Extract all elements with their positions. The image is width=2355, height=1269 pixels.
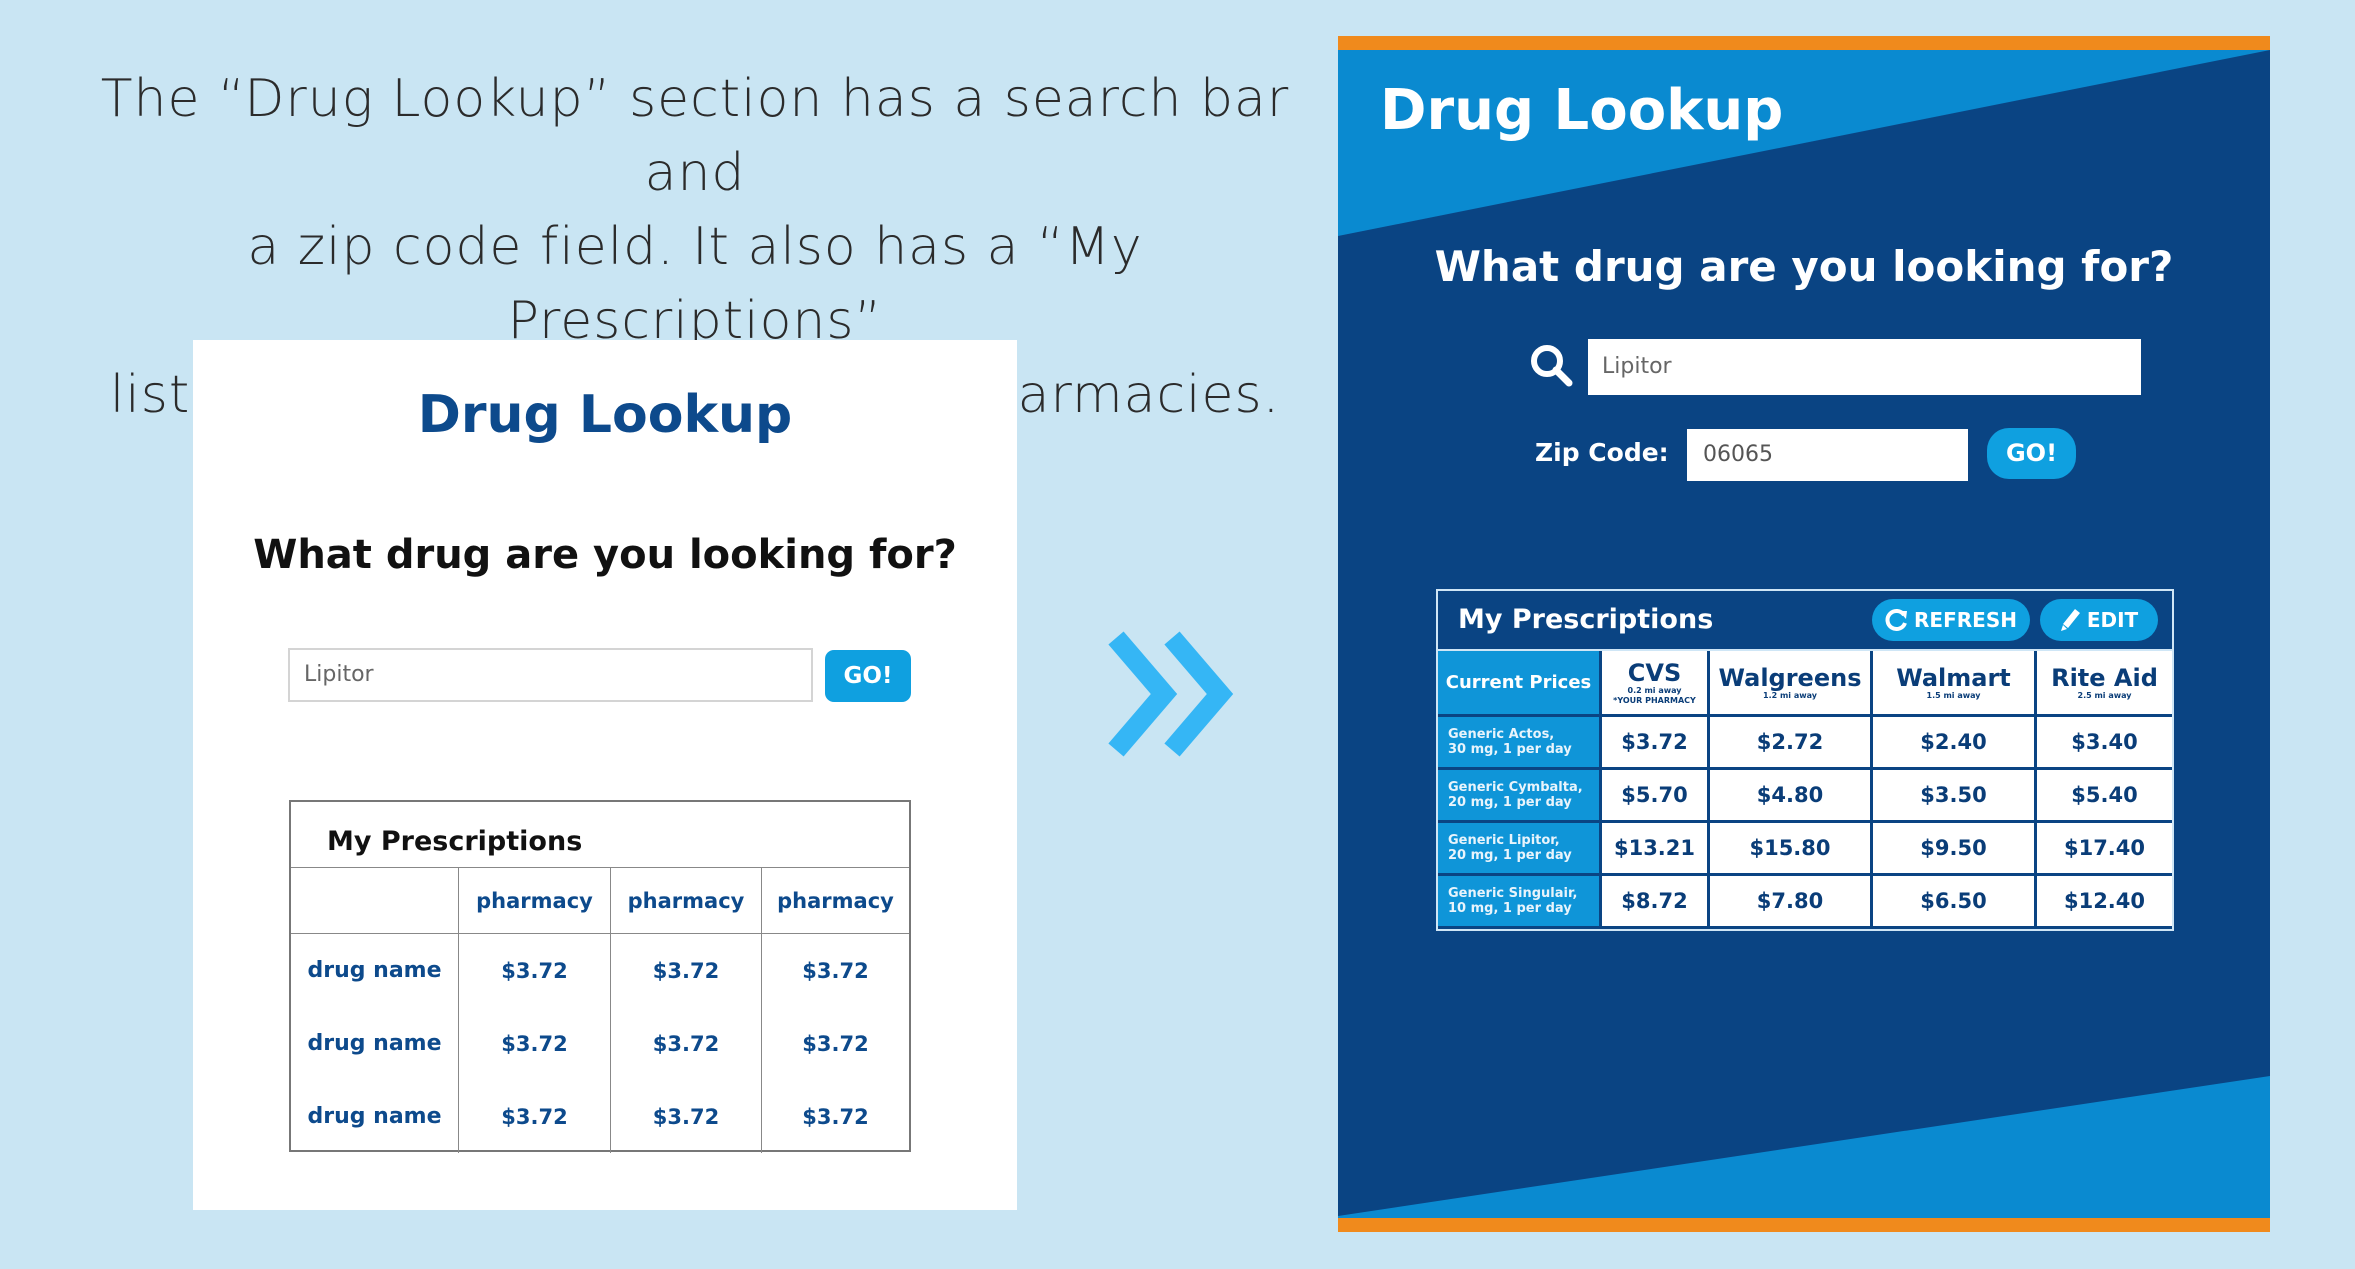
price-cell: $15.80 [1710,823,1873,876]
drug-name: Generic Cymbalta, [1448,780,1583,795]
wireframe-drug-name: drug name [291,934,459,1007]
price-cell: $7.80 [1710,876,1873,929]
price-cell: $2.40 [1873,717,2037,770]
wireframe-price-cell: $3.72 [459,1080,611,1153]
wireframe-header-cell: pharmacy [459,868,611,934]
wireframe-prescriptions-table: My Prescriptions pharmacy pharmacy pharm… [289,800,911,1153]
drug-name: Generic Actos, [1448,727,1555,742]
drug-dosage: 20 mg, 1 per day [1448,795,1572,810]
wireframe-price-cell: $3.72 [459,1007,611,1080]
wireframe-price-cell: $3.72 [802,1104,869,1129]
mockup-question: What drug are you looking for? [1434,242,2174,291]
wireframe-grid: pharmacy pharmacy pharmacy drug name $3.… [291,868,909,1153]
wireframe-go-button[interactable]: GO! [825,650,911,702]
pharmacy-name: Walmart [1896,663,2011,692]
wireframe-drug-name: drug name [291,1080,459,1153]
pharmacy-header-walgreens[interactable]: Walgreens 1.2 mi away [1710,651,1873,717]
refresh-label: REFRESH [1914,608,2017,632]
mockup-panel: Drug Lookup What drug are you looking fo… [1338,36,2270,1232]
drug-dosage: 10 mg, 1 per day [1448,901,1572,916]
pharmacy-header-cvs[interactable]: CVS 0.2 mi away *YOUR PHARMACY [1602,651,1710,717]
pharmacy-distance: 0.2 mi away [1627,685,1682,695]
pharmacy-header-rite-aid[interactable]: Rite Aid 2.5 mi away [2037,651,2172,717]
drug-dosage: 30 mg, 1 per day [1448,742,1572,757]
price-cell: $8.72 [1602,876,1710,929]
pharmacy-note: *YOUR PHARMACY [1613,695,1696,705]
wireframe-question: What drug are you looking for? [253,532,957,578]
wireframe-drug-name: drug name [291,1007,459,1080]
price-cell: $3.72 [1602,717,1710,770]
mockup-search-input[interactable]: Lipitor [1588,339,2141,395]
drug-row-label[interactable]: Generic Cymbalta, 20 mg, 1 per day [1438,770,1602,823]
zip-code-label: Zip Code: [1535,438,1669,467]
edit-button[interactable]: EDIT [2040,599,2158,641]
wireframe-price-cell: $3.72 [611,1080,762,1153]
pharmacy-name: Walgreens [1718,663,1862,692]
price-cell: $3.50 [1873,770,2037,823]
price-cell: $5.40 [2037,770,2172,823]
prescriptions-grid: Current Prices CVS 0.2 mi away *YOUR PHA… [1438,651,2172,929]
wireframe-price-cell: $3.72 [611,1007,762,1080]
refresh-icon [1885,609,1908,631]
drug-row-label[interactable]: Generic Lipitor, 20 mg, 1 per day [1438,823,1602,876]
price-cell: $9.50 [1873,823,2037,876]
wireframe-search-input[interactable]: Lipitor [288,648,813,702]
my-prescriptions-table: My Prescriptions REFRESH EDIT Current Pr… [1436,589,2174,931]
mockup-go-button[interactable]: GO! [1987,428,2076,479]
price-cell: $13.21 [1602,823,1710,876]
pharmacy-name: CVS [1627,658,1682,687]
wireframe-price-cell: $3.72 [802,1031,869,1056]
pharmacy-header-walmart[interactable]: Walmart 1.5 mi away [1873,651,2037,717]
wireframe-card: Drug Lookup What drug are you looking fo… [193,340,1017,1210]
prescriptions-title: My Prescriptions [1458,604,1714,635]
drug-dosage: 20 mg, 1 per day [1448,848,1572,863]
wireframe-header-cell: pharmacy [762,868,909,934]
pencil-icon [2060,609,2080,631]
prescriptions-header: My Prescriptions REFRESH EDIT [1438,591,2172,651]
price-cell: $12.40 [2037,876,2172,929]
caption-line-2: a zip code field. It also has a “My Pres… [247,217,1143,351]
drug-name: Generic Singulair, [1448,886,1578,901]
caption-line-1: The “Drug Lookup” section has a search b… [100,69,1290,203]
pharmacy-name: Rite Aid [2051,663,2158,692]
edit-label: EDIT [2086,608,2139,632]
wireframe-table-title: My Prescriptions [291,802,909,868]
wireframe-price-cell: $3.72 [611,934,762,1007]
drug-row-label[interactable]: Generic Actos, 30 mg, 1 per day [1438,717,1602,770]
price-cell: $2.72 [1710,717,1873,770]
price-cell: $6.50 [1873,876,2037,929]
wireframe-price-cell: $3.72 [802,958,869,983]
price-cell: $17.40 [2037,823,2172,876]
wireframe-header-cell: pharmacy [611,868,762,934]
price-cell: $4.80 [1710,770,1873,823]
wireframe-title: Drug Lookup [417,385,793,445]
wireframe-price-cell: $3.72 [459,934,611,1007]
zip-code-input[interactable]: 06065 [1687,429,1968,481]
wireframe-header-cell [291,868,459,934]
pharmacy-distance: 1.5 mi away [1926,690,1981,700]
search-icon[interactable] [1528,342,1574,388]
current-prices-label: Current Prices [1438,651,1602,717]
drug-name: Generic Lipitor, [1448,833,1560,848]
mockup-title: Drug Lookup [1380,78,1784,143]
price-cell: $3.40 [2037,717,2172,770]
drug-row-label[interactable]: Generic Singulair, 10 mg, 1 per day [1438,876,1602,929]
price-cell: $5.70 [1602,770,1710,823]
pharmacy-distance: 1.2 mi away [1763,690,1817,700]
refresh-button[interactable]: REFRESH [1872,599,2030,641]
double-chevron-right-icon [1108,631,1234,757]
pharmacy-distance: 2.5 mi away [2077,690,2132,700]
